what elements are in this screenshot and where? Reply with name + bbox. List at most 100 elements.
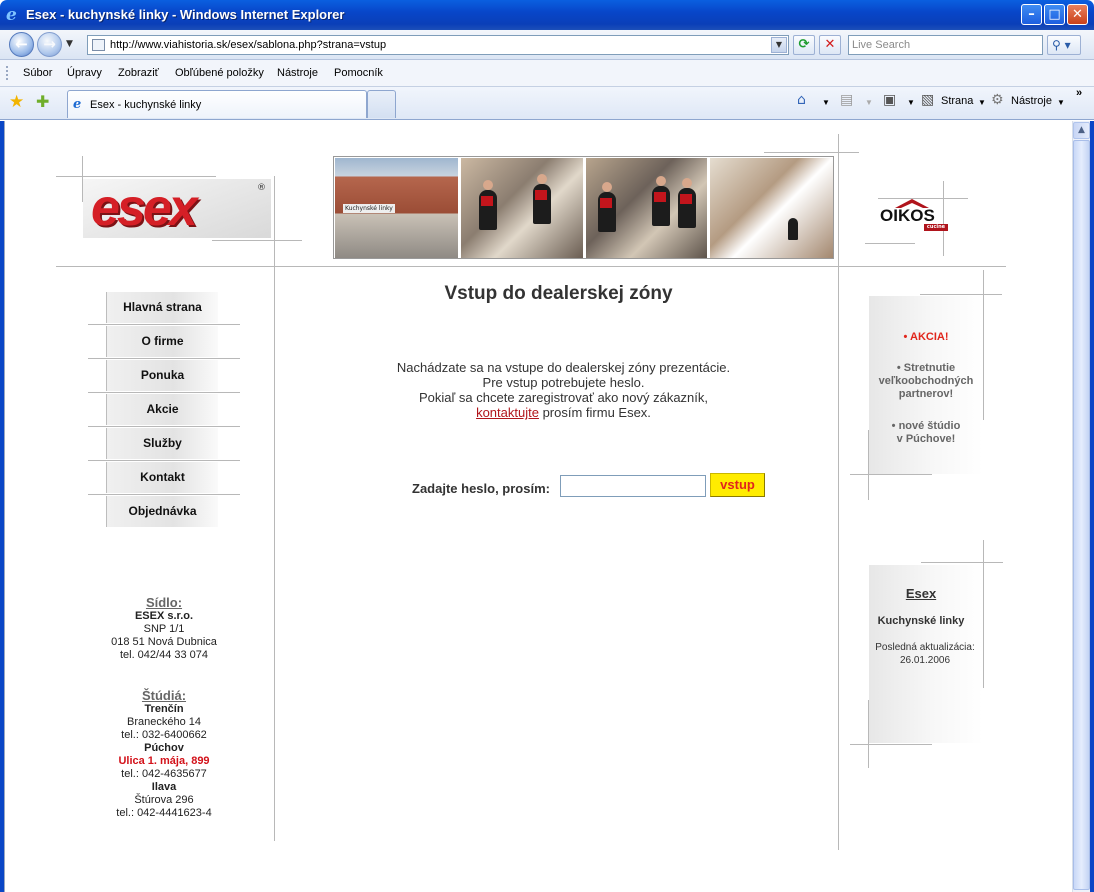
nav-label: Kontakt <box>140 470 185 484</box>
photo-workshop-2 <box>586 158 707 258</box>
chevron-more-icon[interactable]: » <box>1076 87 1082 99</box>
registered-mark: ® <box>257 183 266 193</box>
update-label: Posledná aktualizácia: <box>875 642 975 653</box>
menu-help[interactable]: Pomocník <box>334 67 383 79</box>
nav-label: Hlavná strana <box>123 300 202 314</box>
refresh-icon[interactable]: ⟳ <box>793 35 815 55</box>
back-arrow-icon[interactable]: ← <box>9 32 34 57</box>
home-dropdown-icon[interactable]: ▼ <box>822 98 830 107</box>
studio-street: Braneckého 14 <box>127 716 201 728</box>
nav-about[interactable]: O firme <box>106 326 218 357</box>
news-item-akcia[interactable]: • AKCIA! <box>869 331 983 344</box>
forward-arrow-icon[interactable]: → <box>37 32 62 57</box>
maximize-button[interactable]: □ <box>1044 4 1065 25</box>
window-frame-right <box>1090 121 1094 892</box>
seat-heading: Sídlo: <box>145 595 183 610</box>
minimize-button[interactable]: – <box>1021 4 1042 25</box>
last-update: Posledná aktualizácia: 26.01.2006 <box>869 641 981 667</box>
intro-line: kontaktujte prosím firmu Esex. <box>276 405 851 420</box>
divider-line <box>56 176 216 177</box>
oikos-sub-text: cucine <box>924 224 948 231</box>
info-subtitle: Kuchynské linky <box>877 615 965 627</box>
feeds-dropdown-icon[interactable]: ▼ <box>865 98 873 107</box>
seat-info: Sídlo: ESEX s.r.o. SNP 1/1 018 51 Nová D… <box>104 595 224 662</box>
nav-separator <box>88 460 240 461</box>
studios-heading: Štúdiá: <box>141 688 187 703</box>
nav-separator <box>88 324 240 325</box>
vertical-scrollbar[interactable]: ▲ <box>1072 121 1090 892</box>
address-toolbar: ← → ▼ http://www.viahistoria.sk/esex/sab… <box>0 30 1094 60</box>
photo-workshop-1 <box>461 158 583 258</box>
intro-rest: prosím firmu Esex. <box>538 405 651 420</box>
nav-services[interactable]: Služby <box>106 428 218 459</box>
news-item-meeting[interactable]: • Stretnutie veľkoobchodných partnerov! <box>869 362 983 401</box>
page-icon[interactable]: ▧ <box>921 92 934 108</box>
nav-label: Služby <box>143 436 182 450</box>
photo-sign-text: Kuchynské linky <box>343 204 395 213</box>
nav-label: Akcie <box>146 402 179 416</box>
divider-line <box>850 474 932 475</box>
print-dropdown-icon[interactable]: ▼ <box>907 98 915 107</box>
contact-link[interactable]: kontaktujte <box>476 405 539 420</box>
stop-icon[interactable]: ✕ <box>819 35 841 55</box>
news-item-line: v Púchove! <box>896 433 956 445</box>
nav-home[interactable]: Hlavná strana <box>106 292 218 323</box>
photo-building: Kuchynské linky <box>335 158 458 258</box>
studio-city: Trenčín <box>144 703 184 715</box>
menu-favorites[interactable]: Obľúbené položky <box>175 67 264 79</box>
enter-button[interactable]: vstup <box>710 473 765 497</box>
search-input[interactable]: Live Search <box>848 35 1043 55</box>
menu-file[interactable]: Súbor <box>23 67 52 79</box>
gear-icon[interactable]: ⚙ <box>991 92 1004 108</box>
url-dropdown-icon[interactable]: ▼ <box>771 37 787 53</box>
tab-esex[interactable]: e Esex - kuchynské linky <box>67 90 367 118</box>
menu-edit[interactable]: Úpravy <box>67 67 102 79</box>
scroll-thumb[interactable] <box>1073 140 1090 890</box>
scroll-up-icon[interactable]: ▲ <box>1073 122 1090 139</box>
esex-logo[interactable]: esex ® <box>83 179 271 238</box>
new-tab-button[interactable] <box>367 90 396 118</box>
favorites-star-icon[interactable]: ★ <box>9 92 24 112</box>
nav-promotions[interactable]: Akcie <box>106 394 218 425</box>
intro-line: Pokiaľ sa chcete zaregistrovať ako nový … <box>418 390 709 405</box>
news-item-studio[interactable]: • nové štúdio v Púchove! <box>869 420 983 446</box>
news-item-label: AKCIA! <box>910 331 949 343</box>
photo-worker <box>678 178 696 228</box>
seat-city: 018 51 Nová Dubnica <box>111 636 217 648</box>
add-favorite-icon[interactable]: ✚ <box>36 92 49 111</box>
info-title[interactable]: Esex <box>869 586 973 601</box>
ie-logo-icon: e <box>6 5 17 25</box>
oikos-logo-text: OIKOS <box>880 206 935 225</box>
page-menu[interactable]: Strana <box>941 95 973 107</box>
menu-view[interactable]: Zobraziť <box>118 67 159 79</box>
divider-line <box>838 134 839 850</box>
nav-offer[interactable]: Ponuka <box>106 360 218 391</box>
url-text[interactable]: http://www.viahistoria.sk/esex/sablona.p… <box>110 39 386 51</box>
studio-city: Púchov <box>144 742 184 754</box>
divider-line <box>274 176 275 841</box>
company-name: ESEX s.r.o. <box>134 610 194 622</box>
password-field[interactable] <box>560 475 706 497</box>
close-button[interactable]: ✕ <box>1067 4 1088 25</box>
tools-dropdown-icon[interactable]: ▼ <box>1057 98 1065 107</box>
nav-label: Objednávka <box>128 504 197 518</box>
page-dropdown-icon[interactable]: ▼ <box>978 98 986 107</box>
tools-menu[interactable]: Nástroje <box>1011 95 1052 107</box>
ie-page-icon: e <box>73 97 82 112</box>
oikos-logo[interactable]: OIKOS cucine <box>880 199 950 237</box>
rss-feed-icon[interactable]: ▤ <box>840 92 853 108</box>
history-dropdown-icon[interactable]: ▼ <box>66 39 73 49</box>
divider-line <box>56 266 1006 267</box>
address-field[interactable]: http://www.viahistoria.sk/esex/sablona.p… <box>87 35 789 55</box>
toolbar-grip[interactable] <box>6 66 9 80</box>
password-label: Zadajte heslo, prosím: <box>412 481 550 496</box>
menu-tools[interactable]: Nástroje <box>277 67 318 79</box>
nav-order[interactable]: Objednávka <box>106 496 218 527</box>
print-icon[interactable]: ▣ <box>883 92 896 108</box>
photo-warehouse <box>710 158 833 258</box>
news-item-line: veľkoobchodných <box>878 375 974 387</box>
home-icon[interactable]: ⌂ <box>797 92 806 108</box>
nav-contact[interactable]: Kontakt <box>106 462 218 493</box>
search-icon[interactable]: ⚲ ▾ <box>1047 35 1081 55</box>
seat-phone: tel. 042/44 33 074 <box>119 649 209 661</box>
